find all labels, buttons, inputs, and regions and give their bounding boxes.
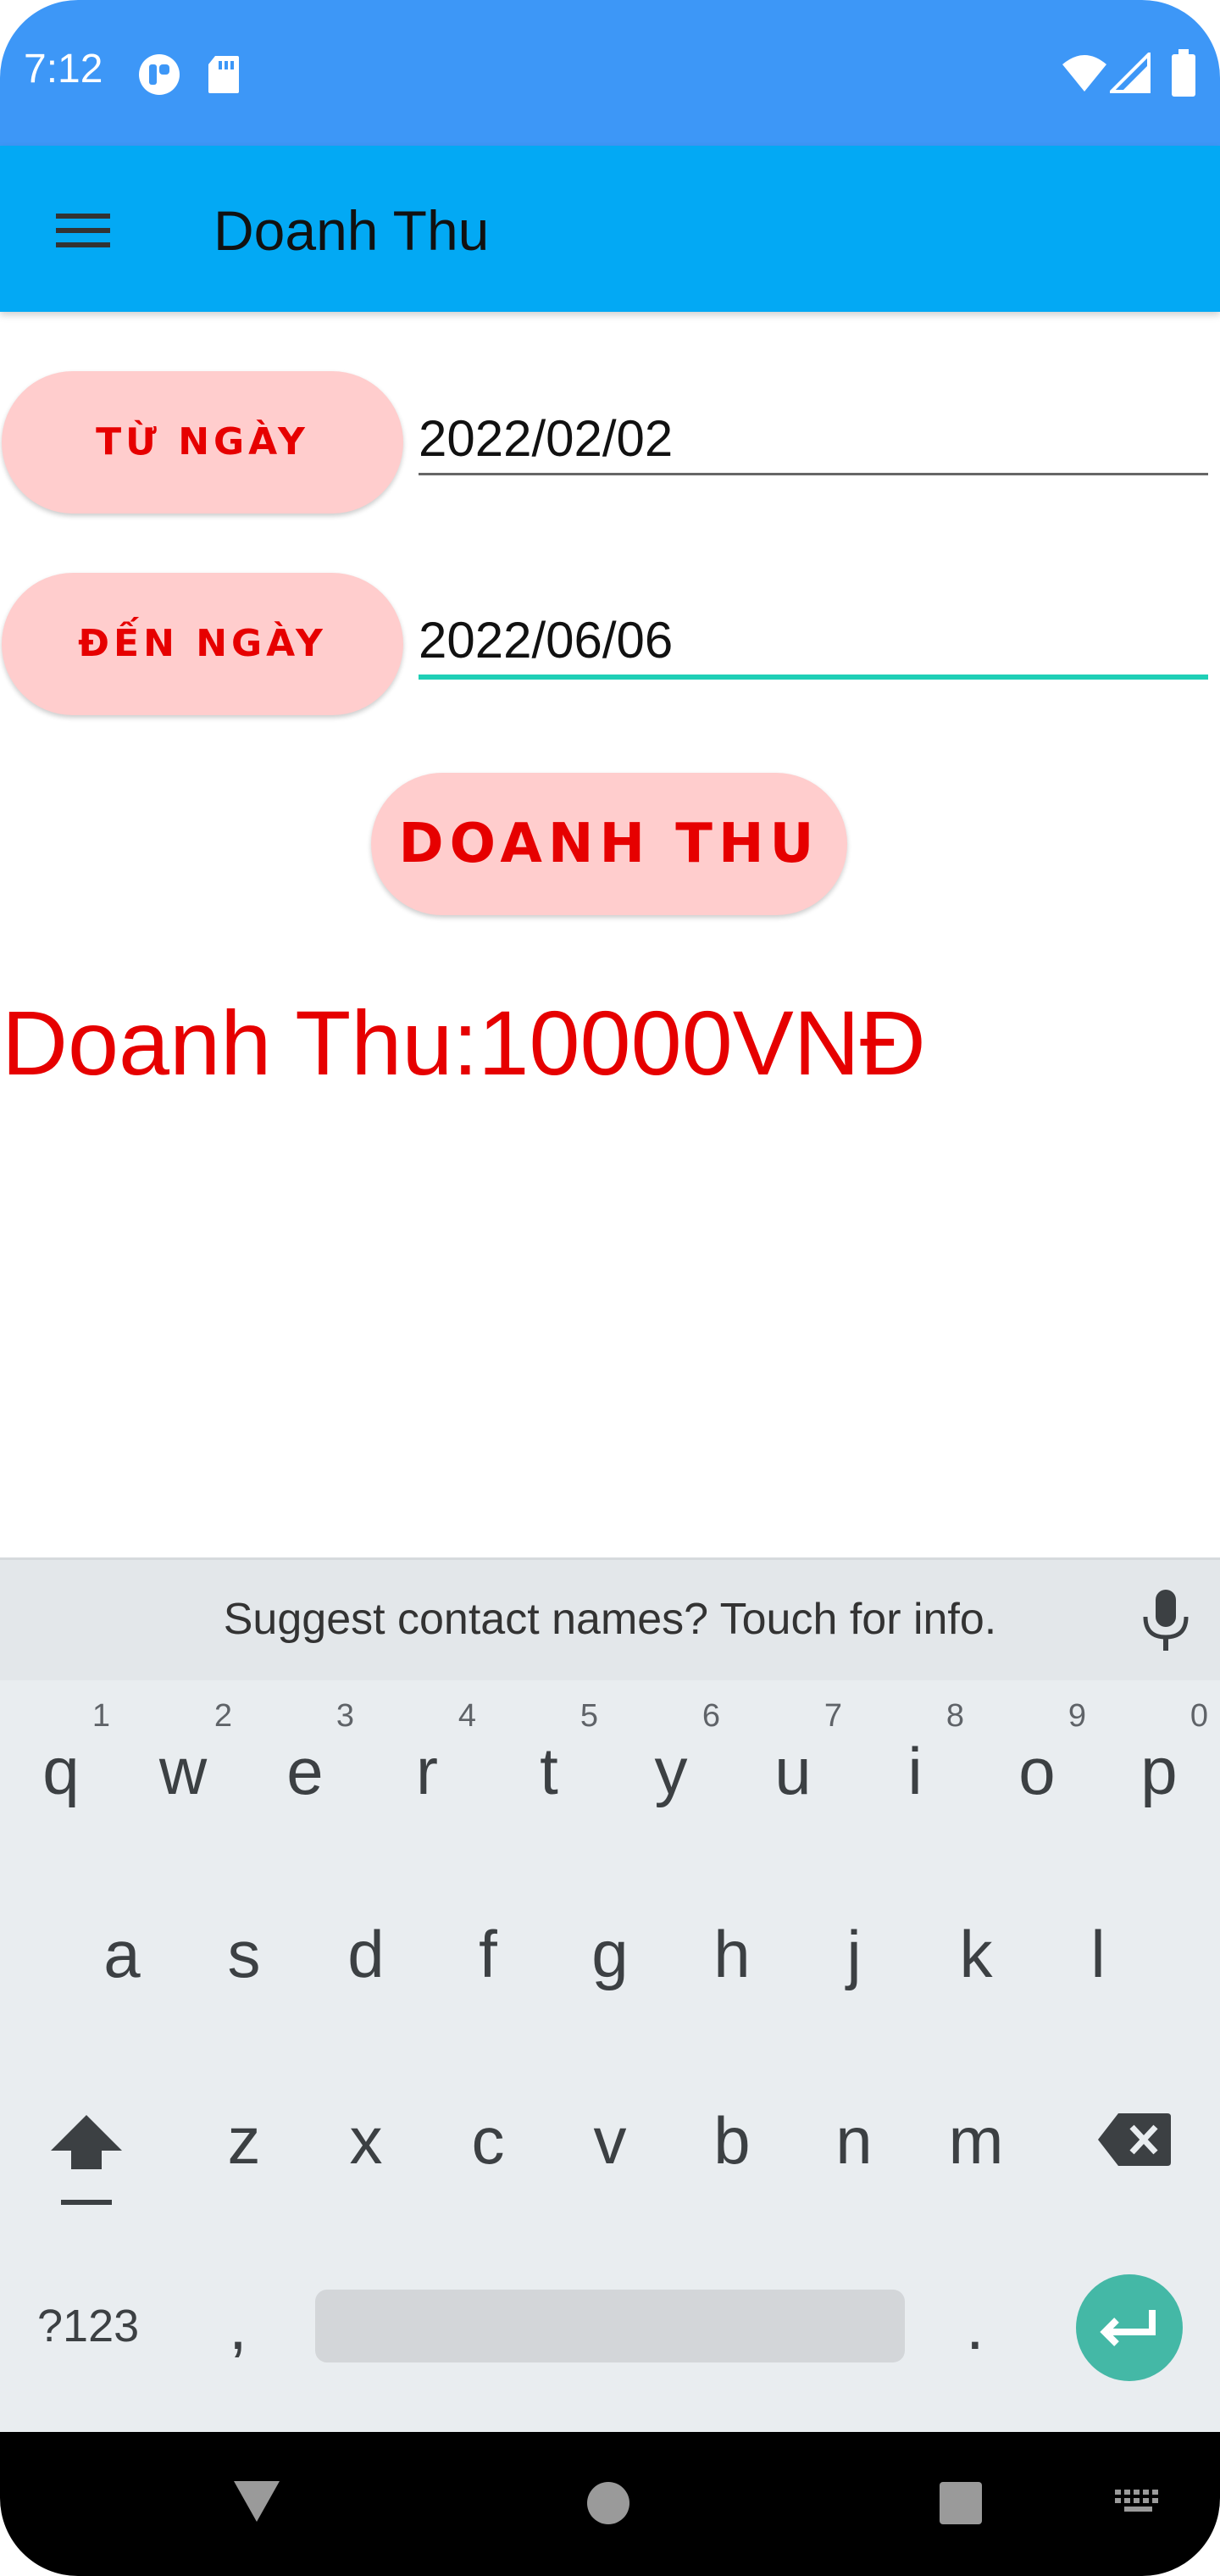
battery-icon: [1172, 49, 1195, 97]
key-k[interactable]: k: [915, 1912, 1037, 2098]
page-title: Doanh Thu: [214, 199, 490, 262]
keyboard-icon[interactable]: [1113, 2488, 1162, 2518]
home-icon[interactable]: [585, 2479, 632, 2527]
key-c[interactable]: c: [427, 2098, 549, 2285]
key-r[interactable]: 4r: [366, 1698, 488, 1885]
app-bar: [0, 146, 1220, 312]
key-o[interactable]: 9o: [976, 1698, 1098, 1885]
key-g[interactable]: g: [549, 1912, 671, 2098]
to-date-field[interactable]: 2022/06/06: [419, 607, 1208, 680]
status-bar: [0, 0, 1220, 146]
key-t[interactable]: 5t: [488, 1698, 610, 1885]
back-icon[interactable]: [230, 2478, 283, 2525]
from-date-button[interactable]: TỪ NGÀY: [2, 371, 403, 514]
key-b[interactable]: b: [671, 2098, 793, 2285]
sd-card-icon: [208, 56, 239, 93]
comma-key[interactable]: ,: [229, 2288, 247, 2365]
status-time: 7:12: [24, 47, 103, 92]
notification-app-icon: [139, 54, 180, 95]
menu-icon[interactable]: [42, 197, 124, 264]
wifi-icon: [1062, 55, 1106, 92]
suggestion-text[interactable]: Suggest contact names? Touch for info.: [0, 1590, 1220, 1649]
key-w[interactable]: 2w: [122, 1698, 244, 1885]
key-f[interactable]: f: [427, 1912, 549, 2098]
revenue-button[interactable]: DOANH THU: [371, 773, 847, 915]
key-x[interactable]: x: [305, 2098, 427, 2285]
period-key[interactable]: .: [966, 2288, 984, 2365]
key-m[interactable]: m: [915, 2098, 1037, 2285]
key-j[interactable]: j: [793, 1912, 915, 2098]
key-n[interactable]: n: [793, 2098, 915, 2285]
space-key[interactable]: [315, 2290, 905, 2362]
shift-icon[interactable]: [49, 2110, 124, 2212]
recents-icon[interactable]: [937, 2479, 984, 2527]
key-v[interactable]: v: [549, 2098, 671, 2285]
key-l[interactable]: l: [1037, 1912, 1159, 2098]
mic-icon[interactable]: [1137, 1588, 1195, 1652]
key-e[interactable]: 3e: [244, 1698, 366, 1885]
key-q[interactable]: 1q: [0, 1698, 122, 1885]
key-a[interactable]: a: [61, 1912, 183, 2098]
signal-icon: [1110, 53, 1151, 93]
key-z[interactable]: z: [183, 2098, 305, 2285]
to-date-button[interactable]: ĐẾN NGÀY: [2, 573, 403, 715]
key-s[interactable]: s: [183, 1912, 305, 2098]
key-p[interactable]: 0p: [1098, 1698, 1220, 1885]
enter-key[interactable]: [1076, 2274, 1183, 2381]
key-u[interactable]: 7u: [732, 1698, 854, 1885]
from-date-field[interactable]: 2022/02/02: [419, 405, 1208, 475]
revenue-result: Doanh Thu:10000VNĐ: [2, 991, 926, 1094]
key-y[interactable]: 6y: [610, 1698, 732, 1885]
key-d[interactable]: d: [305, 1912, 427, 2098]
backspace-icon[interactable]: [1096, 2110, 1173, 2169]
symbols-key[interactable]: ?123: [37, 2300, 139, 2352]
key-h[interactable]: h: [671, 1912, 793, 2098]
key-i[interactable]: 8i: [854, 1698, 976, 1885]
enter-icon: [1100, 2310, 1156, 2346]
